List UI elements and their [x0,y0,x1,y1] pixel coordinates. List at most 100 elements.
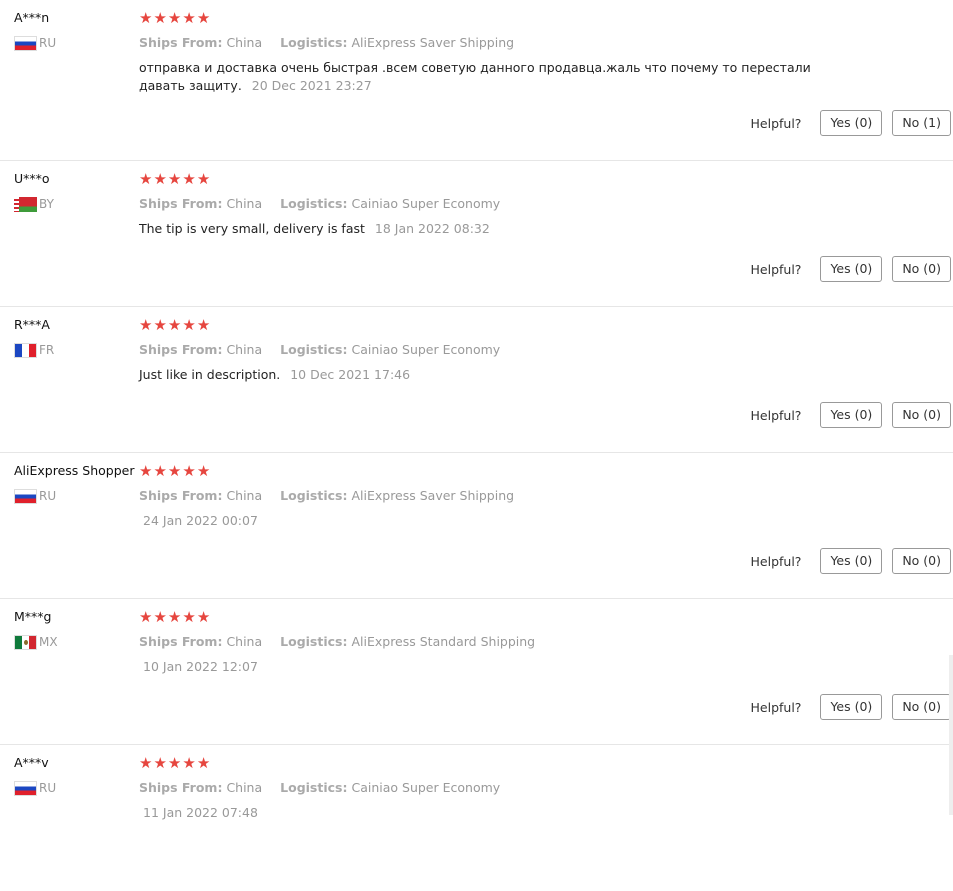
star-icon: ★ [139,462,154,480]
country-code: RU [39,489,57,503]
helpful-no-button[interactable]: No (0) [892,256,951,282]
reviewer-name: AliExpress Shopper [14,463,135,478]
logistics-label: Logistics: [280,488,348,503]
review-meta: Ships From: China Logistics: AliExpress … [139,634,953,650]
helpful-label: Helpful? [750,407,802,423]
reviewer-info: M***g MX [14,609,139,650]
ships-from-value: China [226,196,263,211]
mexico-flag-icon [14,634,37,650]
helpful-yes-button[interactable]: Yes (0) [820,110,883,136]
france-flag-icon [14,342,37,358]
review-text: The tip is very small, delivery is fast [139,221,365,236]
review-date: 18 Jan 2022 08:32 [374,221,490,236]
review-text-block: 11 Jan 2022 07:48 [139,804,839,822]
helpful-no-button[interactable]: No (1) [892,110,951,136]
country-code: MX [39,635,58,649]
review-text-block: отправка и доставка очень быстрая .всем … [139,59,839,95]
star-icon: ★ [196,170,212,188]
logistics-label: Logistics: [280,634,348,649]
review-date: 24 Jan 2022 00:07 [143,513,258,528]
ships-from-label: Ships From: [139,780,223,795]
logistics-value: AliExpress Standard Shipping [351,634,536,649]
ships-from-label: Ships From: [139,634,223,649]
helpful-no-button[interactable]: No (0) [892,694,951,720]
reviewer-info: A***v RU [14,755,139,796]
ships-from-label: Ships From: [139,35,223,50]
review-item: R***A FR ★★★★★ Ships From: China Logisti… [0,307,953,453]
review-item: U***o BY ★★★★★ Ships From: China Logisti… [0,161,953,307]
star-icon: ★ [182,170,197,188]
reviewer-name: R***A [14,317,50,332]
review-date: 20 Dec 2021 23:27 [251,78,372,93]
review-text-block: 24 Jan 2022 00:07 [139,512,839,530]
helpful-yes-button[interactable]: Yes (0) [820,548,883,574]
review-list: A***n RU ★★★★★ Ships From: China Logisti… [0,0,953,891]
review-text: отправка и доставка очень быстрая .всем … [139,60,811,93]
helpful-label: Helpful? [750,261,802,277]
ships-from-label: Ships From: [139,196,223,211]
helpful-yes-button[interactable]: Yes (0) [820,402,883,428]
helpful-yes-button[interactable]: Yes (0) [820,694,883,720]
reviewer-info: AliExpress Shopper RU [14,463,139,504]
star-icon: ★ [182,754,197,772]
russia-flag-icon [14,780,37,796]
scrollbar[interactable] [949,655,953,815]
star-icon: ★ [196,608,212,626]
helpful-votes: Helpful? Yes (0) No (0) [751,548,951,574]
star-rating: ★★★★★ [139,317,953,334]
helpful-votes: Helpful? Yes (0) No (0) [751,694,951,720]
reviewer-name: A***v [14,755,49,770]
review-meta: Ships From: China Logistics: AliExpress … [139,488,953,504]
reviewer-country: BY [14,196,139,212]
reviewer-name: A***n [14,10,50,25]
star-icon: ★ [167,462,183,480]
country-code: RU [39,781,57,795]
ships-from-value: China [226,342,263,357]
review-content: ★★★★★ Ships From: China Logistics: Caini… [139,755,953,822]
star-icon: ★ [153,462,168,480]
star-icon: ★ [182,608,197,626]
logistics-label: Logistics: [280,342,348,357]
review-text-block: Just like in description. 10 Dec 2021 17… [139,366,839,384]
star-icon: ★ [153,9,168,27]
star-icon: ★ [153,608,168,626]
review-content: ★★★★★ Ships From: China Logistics: AliEx… [139,609,953,676]
country-code: FR [39,343,55,357]
review-text: Just like in description. [139,367,281,382]
star-rating: ★★★★★ [139,609,953,626]
helpful-label: Helpful? [750,115,802,131]
helpful-yes-button[interactable]: Yes (0) [820,256,883,282]
review-item: A***v RU ★★★★★ Ships From: China Logisti… [0,745,953,891]
review-item: AliExpress Shopper RU ★★★★★ Ships From: … [0,453,953,599]
reviewer-info: A***n RU [14,10,139,51]
review-text-block: 10 Jan 2022 12:07 [139,658,839,676]
reviewer-name: M***g [14,609,52,624]
logistics-value: Cainiao Super Economy [351,780,501,795]
helpful-votes: Helpful? Yes (0) No (0) [751,256,951,282]
star-rating: ★★★★★ [139,463,953,480]
helpful-label: Helpful? [750,699,802,715]
review-meta: Ships From: China Logistics: Cainiao Sup… [139,342,953,358]
star-icon: ★ [153,170,168,188]
belarus-flag-icon [14,196,37,212]
star-icon: ★ [196,9,212,27]
review-date: 10 Jan 2022 12:07 [143,659,258,674]
country-code: BY [39,197,54,211]
star-rating: ★★★★★ [139,755,953,772]
ships-from-value: China [226,634,263,649]
star-icon: ★ [167,170,183,188]
star-icon: ★ [182,316,197,334]
review-item: M***g MX ★★★★★ Ships From: China Logisti… [0,599,953,745]
star-icon: ★ [139,9,154,27]
helpful-no-button[interactable]: No (0) [892,548,951,574]
review-content: ★★★★★ Ships From: China Logistics: AliEx… [139,463,953,530]
star-icon: ★ [167,9,183,27]
reviewer-name: U***o [14,171,50,186]
helpful-no-button[interactable]: No (0) [892,402,951,428]
logistics-value: AliExpress Saver Shipping [351,35,515,50]
reviewer-country: RU [14,35,139,51]
country-code: RU [39,36,57,50]
review-text-block: The tip is very small, delivery is fast … [139,220,839,238]
reviewer-country: RU [14,488,139,504]
ships-from-label: Ships From: [139,488,223,503]
